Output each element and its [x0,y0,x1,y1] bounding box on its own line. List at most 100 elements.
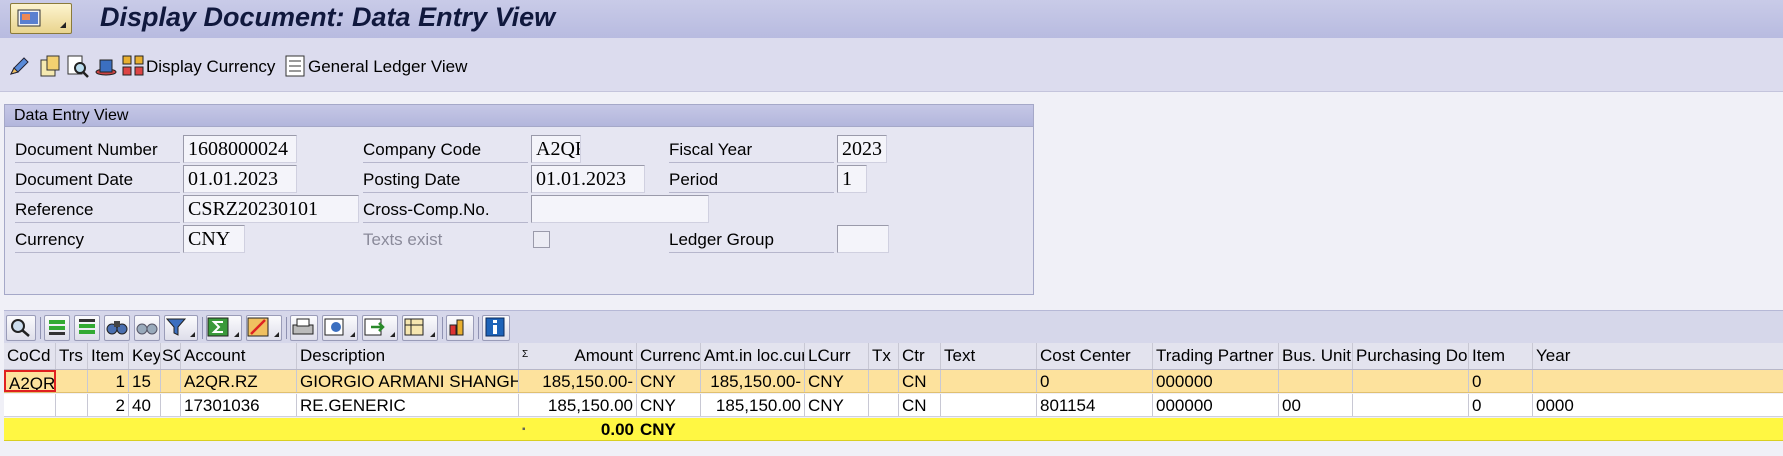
cell-item[interactable]: 2 [88,394,129,416]
cell-trs[interactable] [56,394,88,416]
cell-cost-center[interactable]: 0 [1037,370,1153,392]
cell-tx[interactable] [869,394,899,416]
edit-pencil-icon[interactable] [8,54,32,78]
document-number-field[interactable]: 1608000024 [183,135,297,163]
cell-amount[interactable]: 185,150.00- [519,370,637,392]
print-button[interactable] [290,315,318,341]
cell-item-2[interactable]: 0 [1469,370,1533,392]
cell-cocd[interactable] [4,394,56,416]
column-header-text[interactable]: Text [941,343,1037,369]
column-header-purchasing-doc[interactable]: Purchasing Doc. [1353,343,1469,369]
data-entry-panel: Data Entry View Document Number 16080000… [4,104,1034,295]
cell-tx[interactable] [869,370,899,392]
column-header-account[interactable]: Account [181,343,297,369]
views-button[interactable] [322,315,358,341]
cell-purchasing-doc[interactable] [1353,370,1469,392]
cell-bus-unit[interactable] [1279,370,1353,392]
column-header-cocd[interactable]: CoCd [4,343,56,369]
cell-ctr[interactable]: CN [899,394,941,416]
display-currency-icon[interactable] [122,54,146,78]
fiscal-year-field[interactable]: 2023 [837,135,887,163]
document-icon[interactable] [38,54,62,78]
cell-key[interactable]: 15 [129,370,161,392]
cell-ctr[interactable]: CN [899,370,941,392]
column-header-item-2[interactable]: Item [1469,343,1533,369]
search-document-icon[interactable] [66,54,90,78]
chart-button[interactable] [446,315,474,341]
export-button[interactable] [362,315,398,341]
display-currency-button[interactable]: Display Currency [146,57,275,77]
cell-amt-loc[interactable]: 185,150.00- [701,370,805,392]
table-row[interactable]: A2QR 1 15 A2QR.RZ GIORGIO ARMANI SHANGHA… [4,370,1783,393]
column-header-ctr[interactable]: Ctr [899,343,941,369]
column-header-trs[interactable]: Trs [56,343,88,369]
posting-date-field[interactable]: 01.01.2023 [531,165,645,193]
cell-purchasing-doc[interactable] [1353,394,1469,416]
total-button[interactable] [206,315,242,341]
cell-text[interactable] [941,370,1037,392]
system-menu-button[interactable] [10,3,72,34]
cell-year[interactable]: 0000 [1533,394,1783,416]
cell-amt-loc[interactable]: 185,150.00 [701,394,805,416]
cell-description[interactable]: RE.GENERIC [297,394,519,416]
document-date-field[interactable]: 01.01.2023 [183,165,297,193]
currency-field[interactable]: CNY [183,225,245,253]
column-header-tx[interactable]: Tx [869,343,899,369]
ledger-view-icon[interactable] [284,54,308,78]
reference-field[interactable]: CSRZ20230101 [183,195,359,223]
cell-trading-partner[interactable]: 000000 [1153,370,1279,392]
find-next-button[interactable] [134,315,160,341]
magnifier-icon [11,319,30,337]
cell-account[interactable]: 17301036 [181,394,297,416]
column-header-key[interactable]: Key [129,343,161,369]
column-header-description[interactable]: Description [297,343,519,369]
cell-bus-unit[interactable]: 00 [1279,394,1353,416]
filter-button[interactable] [164,315,198,341]
cell-trs[interactable] [56,370,88,392]
details-button[interactable] [6,315,36,341]
cell-description[interactable]: GIORGIO ARMANI SHANGHA... [297,370,519,392]
cell-account[interactable]: A2QR.RZ [181,370,297,392]
sort-ascending-button[interactable] [44,315,70,341]
column-header-amount[interactable]: Σ Amount [519,343,637,369]
cell-cost-center[interactable]: 801154 [1037,394,1153,416]
info-button[interactable] [482,315,510,341]
cell-item-2[interactable]: 0 [1469,394,1533,416]
subtotal-button[interactable] [246,315,282,341]
table-row[interactable]: 2 40 17301036 RE.GENERIC 185,150.00 CNY … [4,394,1783,417]
cell-trading-partner[interactable]: 000000 [1153,394,1279,416]
cell-sg[interactable] [161,394,181,416]
column-header-year[interactable]: Year [1533,343,1783,369]
cell-year[interactable] [1533,370,1783,392]
cell-currency[interactable]: CNY [637,394,701,416]
column-header-sg[interactable]: SG [161,343,181,369]
column-header-lcurr[interactable]: LCurr [805,343,869,369]
column-header-trading-partner[interactable]: Trading Partner [1153,343,1279,369]
find-button[interactable] [104,315,130,341]
general-ledger-view-button[interactable]: General Ledger View [308,57,467,77]
cell-amount[interactable]: 185,150.00 [519,394,637,416]
layout-icon [404,318,424,336]
views-icon [324,318,344,336]
ledger-group-field[interactable] [837,225,889,253]
sort-descending-button[interactable] [74,315,100,341]
cross-comp-field[interactable] [531,195,709,223]
column-header-item[interactable]: Item [88,343,129,369]
cell-item[interactable]: 1 [88,370,129,392]
column-header-currency[interactable]: Currency [637,343,701,369]
cell-text[interactable] [941,394,1037,416]
company-code-field[interactable]: A2QR [531,135,581,163]
column-header-amt-loc[interactable]: Amt.in loc.cur. [701,343,805,369]
cell-key[interactable]: 40 [129,394,161,416]
cell-currency[interactable]: CNY [637,370,701,392]
cell-lcurr[interactable]: CNY [805,394,869,416]
hat-icon[interactable] [94,54,118,78]
cell-cocd[interactable]: A2QR [4,370,56,392]
column-header-cost-center[interactable]: Cost Center [1037,343,1153,369]
texts-exist-checkbox[interactable] [533,231,550,248]
layout-button[interactable] [402,315,438,341]
cell-sg[interactable] [161,370,181,392]
period-field[interactable]: 1 [837,165,867,193]
cell-lcurr[interactable]: CNY [805,370,869,392]
column-header-bus-unit[interactable]: Bus. Unit [1279,343,1353,369]
